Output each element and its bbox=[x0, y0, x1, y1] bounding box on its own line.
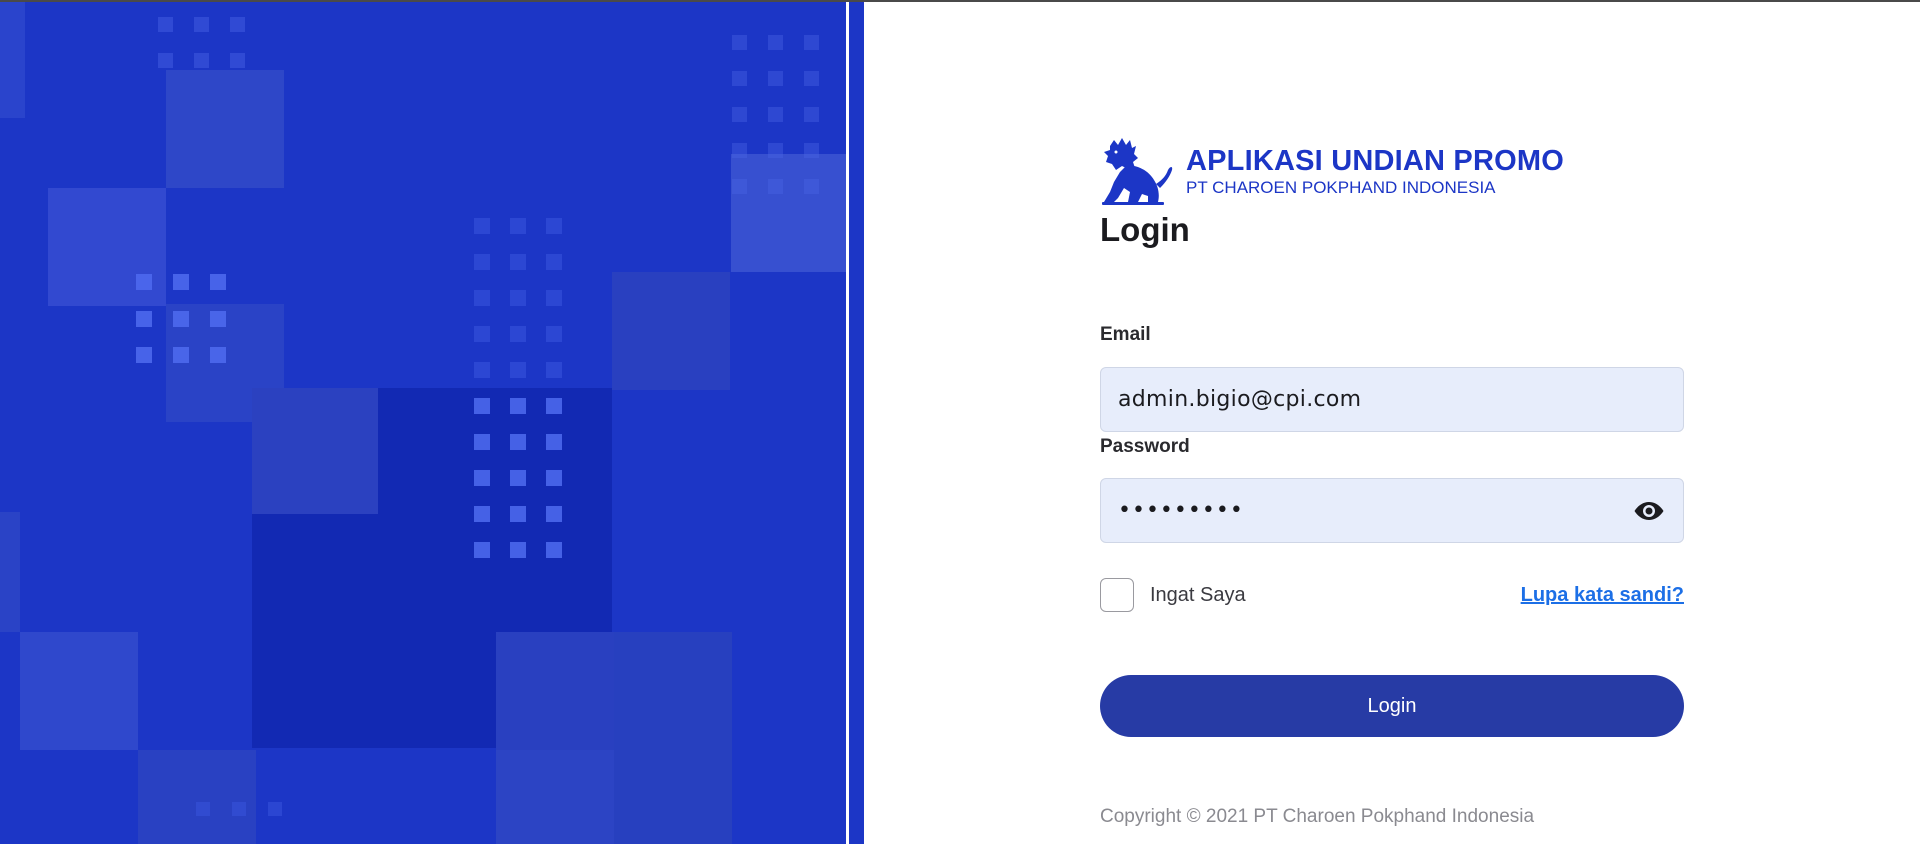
password-field[interactable]: ••••••••• bbox=[1100, 478, 1684, 543]
eye-icon[interactable] bbox=[1633, 497, 1665, 525]
email-label: Email bbox=[1100, 324, 1151, 345]
login-panel: APLIKASI UNDIAN PROMO PT CHAROEN POKPHAN… bbox=[864, 0, 1920, 844]
app-title: APLIKASI UNDIAN PROMO bbox=[1186, 145, 1564, 177]
lion-logo-icon bbox=[1102, 138, 1173, 205]
decorative-background-panel bbox=[0, 0, 846, 844]
email-field[interactable]: admin.bigio@cpi.com bbox=[1100, 367, 1684, 432]
geometric-pattern-graphic bbox=[0, 0, 846, 844]
remember-me-label: Ingat Saya bbox=[1150, 584, 1246, 606]
brand-header: APLIKASI UNDIAN PROMO PT CHAROEN POKPHAN… bbox=[1100, 130, 1684, 210]
login-form: APLIKASI UNDIAN PROMO PT CHAROEN POKPHAN… bbox=[1100, 130, 1684, 827]
panel-divider-strip bbox=[849, 0, 864, 844]
email-value: admin.bigio@cpi.com bbox=[1118, 387, 1362, 412]
login-button[interactable]: Login bbox=[1100, 675, 1684, 737]
page-title: Login bbox=[1100, 211, 1190, 248]
company-name: PT CHAROEN POKPHAND INDONESIA bbox=[1186, 178, 1496, 197]
forgot-password-link[interactable]: Lupa kata sandi? bbox=[1521, 584, 1684, 607]
password-label: Password bbox=[1100, 436, 1190, 457]
remember-row: Ingat Saya Lupa kata sandi? bbox=[1100, 578, 1684, 614]
window-top-border bbox=[0, 0, 1920, 2]
remember-me-checkbox[interactable] bbox=[1100, 578, 1134, 612]
password-value: ••••••••• bbox=[1118, 498, 1244, 523]
brand-text: APLIKASI UNDIAN PROMO PT CHAROEN POKPHAN… bbox=[1186, 144, 1564, 198]
copyright-text: Copyright © 2021 PT Charoen Pokphand Ind… bbox=[1100, 806, 1535, 827]
